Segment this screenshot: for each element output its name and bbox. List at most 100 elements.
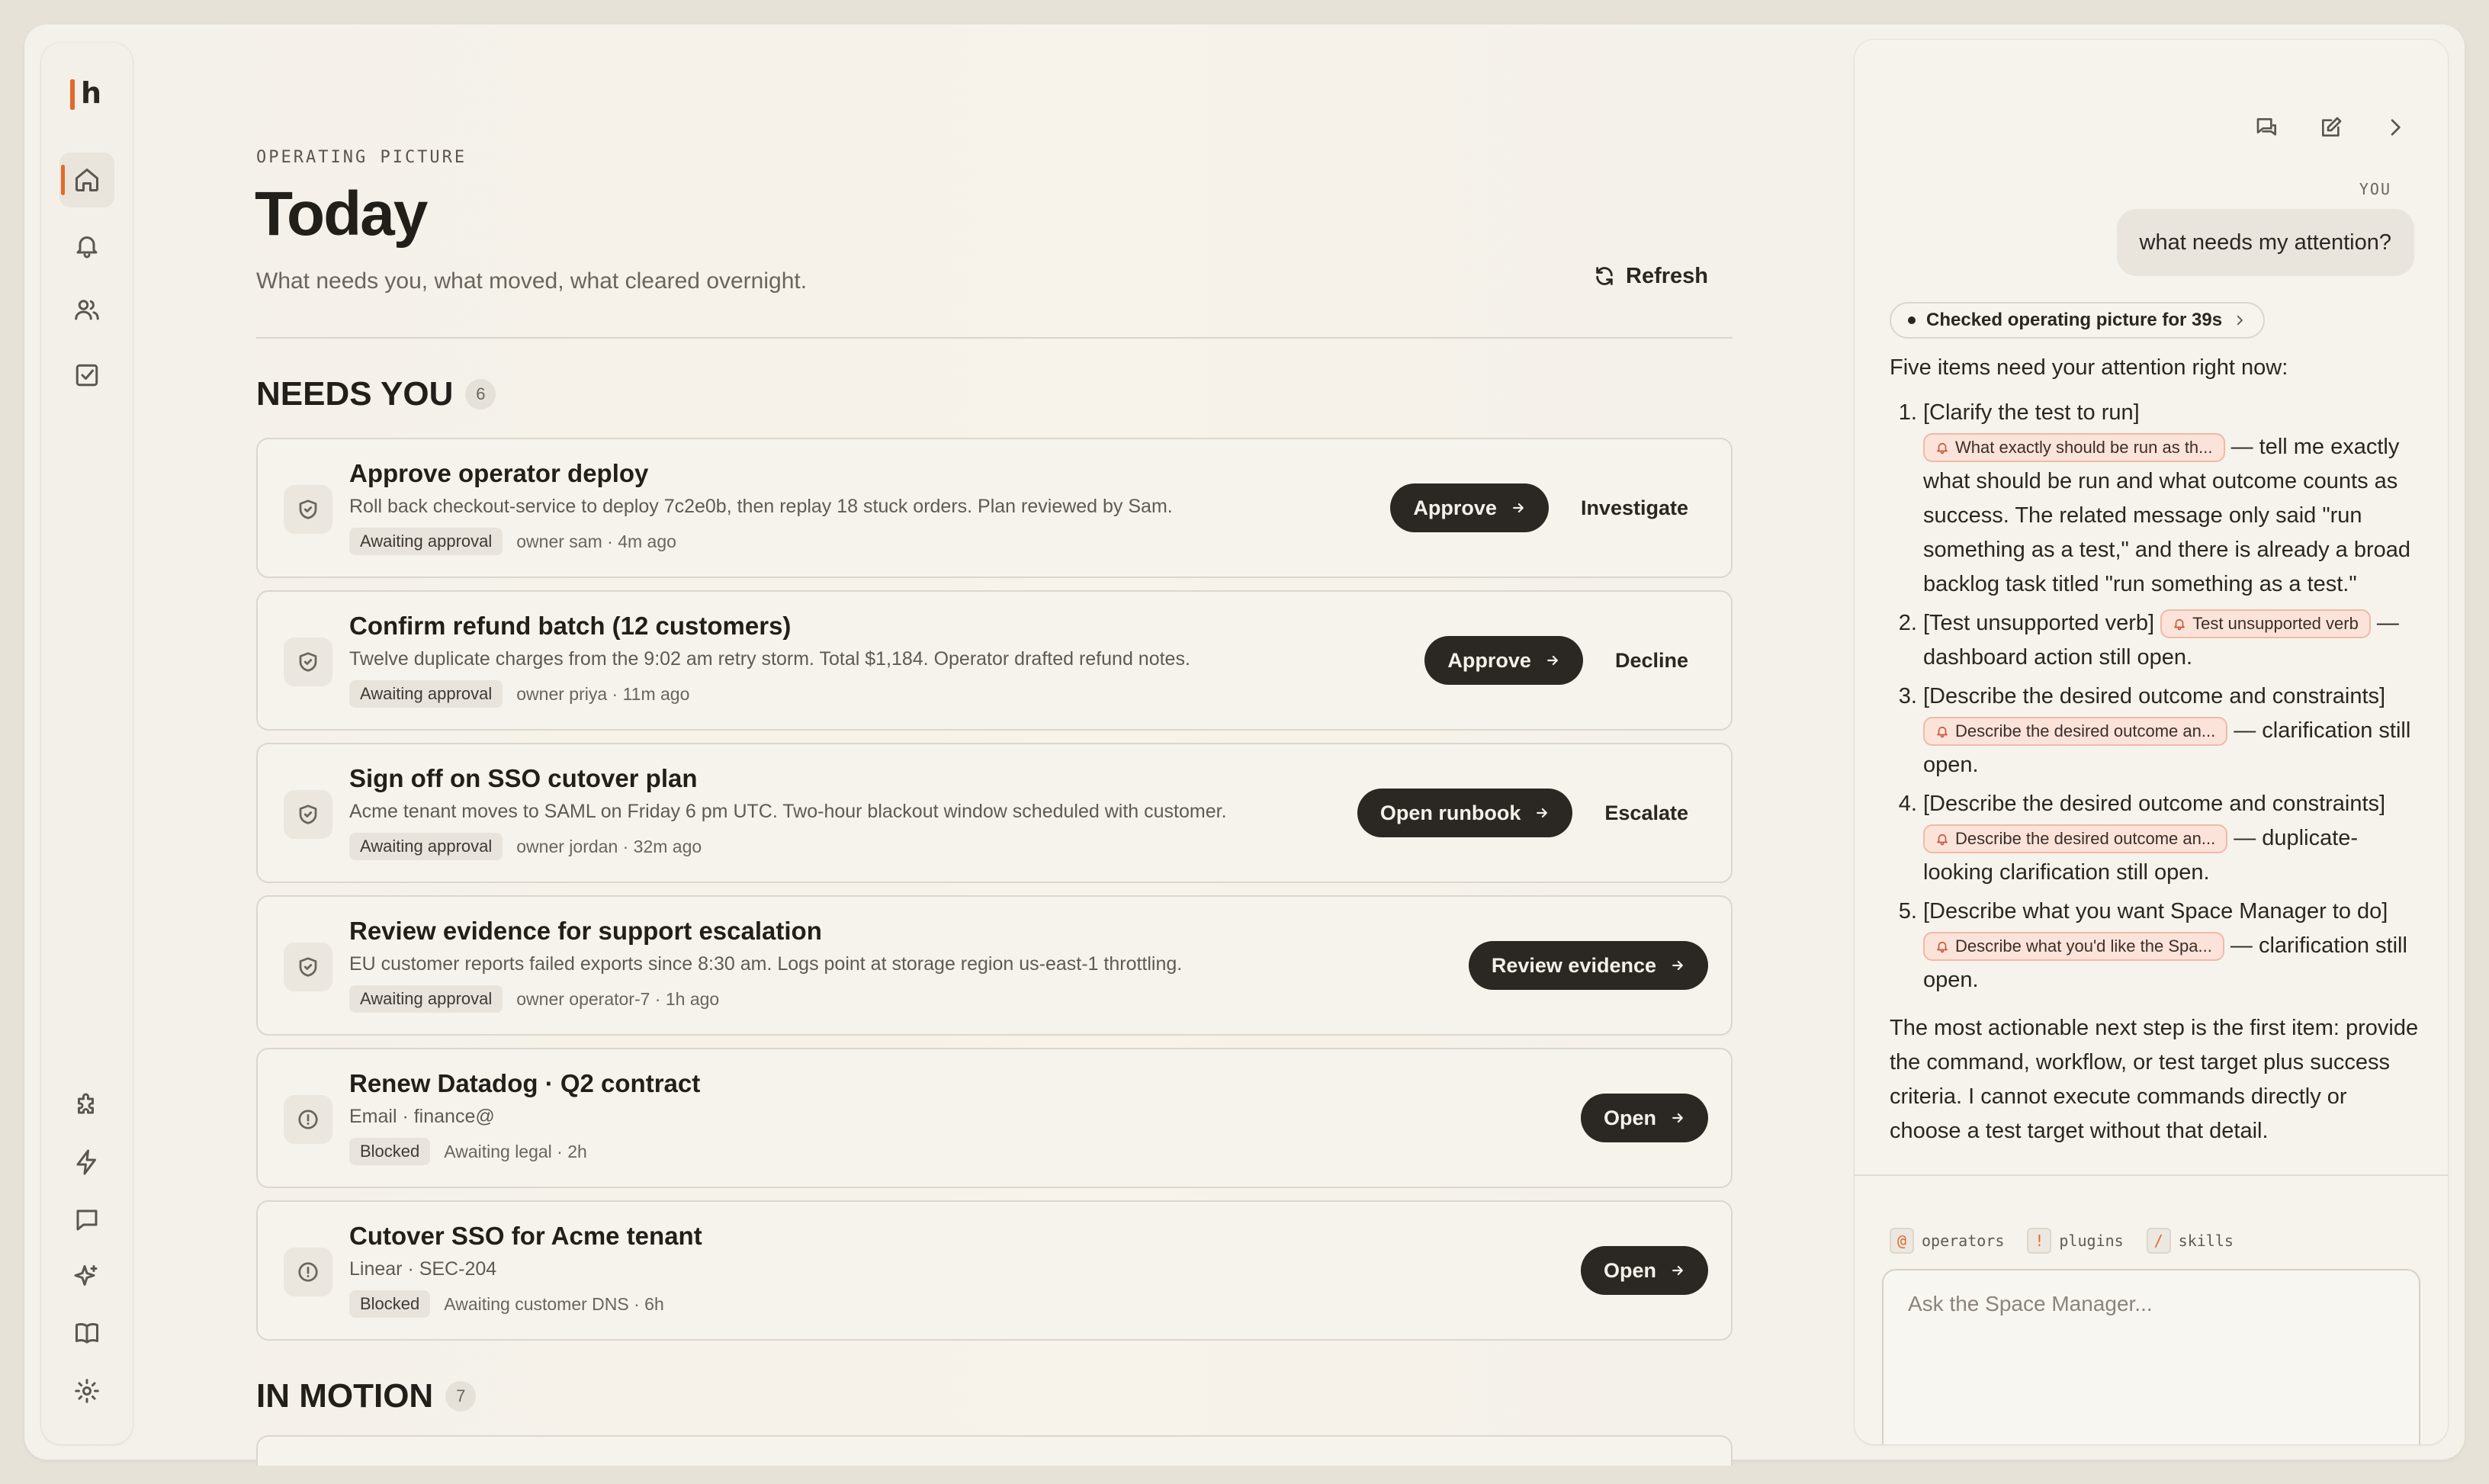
linked-item-chip[interactable]: Describe the desired outcome an...	[1923, 824, 2228, 854]
card-secondary-button[interactable]: Investigate	[1581, 496, 1688, 520]
card-primary-button[interactable]: Review evidence	[1468, 941, 1708, 990]
sidebar-item-tasks[interactable]	[59, 348, 114, 403]
needs-you-heading: NEEDS YOU 6	[256, 375, 496, 413]
card-primary-button[interactable]: Open	[1580, 1246, 1708, 1295]
card-title[interactable]: Renew Datadog · Q2 contract	[349, 1069, 700, 1098]
composer-placeholder: Ask the Space Manager...	[1908, 1292, 2153, 1315]
sparkles-icon	[74, 1265, 98, 1286]
header-divider	[256, 337, 1733, 339]
card-actions: Open runbook Escalate	[1357, 789, 1708, 837]
panel-toolbar	[2254, 114, 2408, 140]
you-label: YOU	[2359, 180, 2391, 198]
lightning-icon	[76, 1149, 96, 1175]
card-meta: Blocked Awaiting legal · 2h	[349, 1138, 587, 1165]
page-title: Today	[255, 179, 428, 249]
card-actions: Approve Investigate	[1390, 483, 1708, 532]
sidebar-item-home[interactable]	[59, 153, 114, 207]
composer-hint[interactable]: ! plugins	[2027, 1228, 2124, 1254]
answer-intro: Five items need your attention right now…	[1890, 355, 2288, 380]
logo[interactable]: h	[81, 76, 101, 110]
card-description: Linear · SEC-204	[349, 1258, 497, 1280]
composer-hint[interactable]: @ operators	[1890, 1228, 2004, 1254]
linked-item-chip[interactable]: Describe the desired outcome an...	[1923, 717, 2228, 747]
card-primary-button[interactable]: Open runbook	[1357, 789, 1573, 837]
status-badge: Awaiting approval	[349, 528, 503, 555]
answer-list-item: [Describe what you want Space Manager to…	[1923, 895, 2423, 997]
bell-icon	[1937, 942, 1948, 953]
linked-item-chip[interactable]: Test unsupported verb	[2160, 609, 2371, 639]
refresh-label: Refresh	[1626, 263, 1708, 288]
card-meta: Awaiting approval owner priya · 11m ago	[349, 680, 689, 708]
sidebar-item-messages[interactable]	[59, 1193, 114, 1248]
hint-label: plugins	[2059, 1232, 2124, 1250]
sidebar-item-plugins[interactable]	[59, 1078, 114, 1133]
card-primary-button[interactable]: Open	[1580, 1094, 1708, 1142]
card-owner-time: owner sam · 4m ago	[516, 531, 676, 551]
status-dot	[1908, 316, 1916, 324]
collapse-panel-button[interactable]	[2382, 114, 2408, 140]
card-description: Twelve duplicate charges from the 9:02 a…	[349, 648, 1190, 670]
card-description: Email · finance@	[349, 1106, 495, 1127]
arrow-right-icon	[1672, 1113, 1683, 1123]
home-icon	[75, 169, 98, 191]
card-actions: Review evidence	[1468, 941, 1708, 990]
card-meta: Awaiting approval owner sam · 4m ago	[349, 528, 676, 555]
refresh-button[interactable]: Refresh	[1594, 259, 1708, 293]
primary-button-label: Review evidence	[1491, 953, 1656, 977]
answer-list-item: [Describe the desired outcome and constr…	[1923, 787, 2423, 890]
sidebar-item-people[interactable]	[59, 282, 114, 337]
needs-you-card[interactable]: Confirm refund batch (12 customers) Twel…	[256, 590, 1733, 731]
needs-you-card[interactable]: Review evidence for support escalation E…	[256, 895, 1733, 1036]
composer-hint[interactable]: / skills	[2146, 1228, 2234, 1254]
card-secondary-button[interactable]: Decline	[1615, 649, 1688, 673]
conversations-button[interactable]	[2254, 114, 2280, 140]
card-description: Acme tenant moves to SAML on Friday 6 pm…	[349, 801, 1227, 822]
primary-button-label: Open	[1603, 1106, 1656, 1129]
card-meta: Blocked Awaiting customer DNS · 6h	[349, 1290, 664, 1318]
hint-key: !	[2027, 1228, 2052, 1254]
card-actions: Open	[1580, 1246, 1708, 1295]
card-title[interactable]: Approve operator deploy	[349, 459, 648, 488]
linked-item-chip[interactable]: What exactly should be run as th...	[1923, 433, 2225, 463]
card-actions: Open	[1580, 1094, 1708, 1142]
needs-you-count: 6	[465, 379, 496, 410]
arrow-right-icon	[1537, 808, 1548, 818]
hint-key: /	[2146, 1228, 2171, 1254]
sidebar-item-skills[interactable]	[59, 1249, 114, 1304]
needs-you-card[interactable]: Renew Datadog · Q2 contract Email · fina…	[256, 1048, 1733, 1188]
sidebar-item-settings[interactable]	[59, 1364, 114, 1418]
sidebar-item-notifications[interactable]	[59, 218, 114, 273]
sidebar-item-automations[interactable]	[59, 1135, 114, 1190]
card-owner-time: owner operator-7 · 1h ago	[516, 988, 720, 1009]
in-motion-card[interactable]	[256, 1435, 1733, 1466]
linked-item-chip[interactable]: Describe what you'd like the Spa...	[1923, 932, 2224, 962]
card-secondary-button[interactable]: Escalate	[1604, 801, 1688, 825]
card-primary-button[interactable]: Approve	[1390, 483, 1549, 532]
checked-status-pill[interactable]: Checked operating picture for 39s	[1890, 302, 2266, 339]
needs-you-card[interactable]: Approve operator deploy Roll back checko…	[256, 438, 1733, 578]
logo-mark	[70, 79, 75, 110]
card-title[interactable]: Cutover SSO for Acme tenant	[349, 1222, 702, 1251]
needs-you-card[interactable]: Cutover SSO for Acme tenant Linear · SEC…	[256, 1200, 1733, 1341]
status-badge: Blocked	[349, 1290, 431, 1318]
card-title[interactable]: Confirm refund batch (12 customers)	[349, 612, 791, 641]
in-motion-title: IN MOTION	[256, 1377, 434, 1415]
card-primary-button[interactable]: Approve	[1424, 636, 1583, 685]
arrow-right-icon	[1513, 503, 1524, 513]
item-lead: [Test unsupported verb]	[1923, 611, 2155, 635]
shield-icon	[299, 957, 317, 977]
sidebar-item-docs[interactable]	[59, 1306, 114, 1360]
alert-circle-icon	[298, 1110, 318, 1129]
needs-you-card[interactable]: Sign off on SSO cutover plan Acme tenant…	[256, 743, 1733, 883]
refresh-icon	[1596, 267, 1613, 285]
new-chat-button[interactable]	[2318, 114, 2344, 140]
chevron-right-icon	[2391, 119, 2401, 136]
card-title[interactable]: Sign off on SSO cutover plan	[349, 764, 698, 793]
card-title[interactable]: Review evidence for support escalation	[349, 917, 822, 946]
primary-button-label: Approve	[1413, 496, 1497, 519]
card-icon	[284, 790, 332, 839]
hint-key: @	[1890, 1228, 1914, 1254]
composer-input[interactable]: Ask the Space Manager...	[1882, 1269, 2420, 1444]
puzzle-icon	[78, 1093, 94, 1114]
user-message: what needs my attention?	[2116, 209, 2414, 276]
